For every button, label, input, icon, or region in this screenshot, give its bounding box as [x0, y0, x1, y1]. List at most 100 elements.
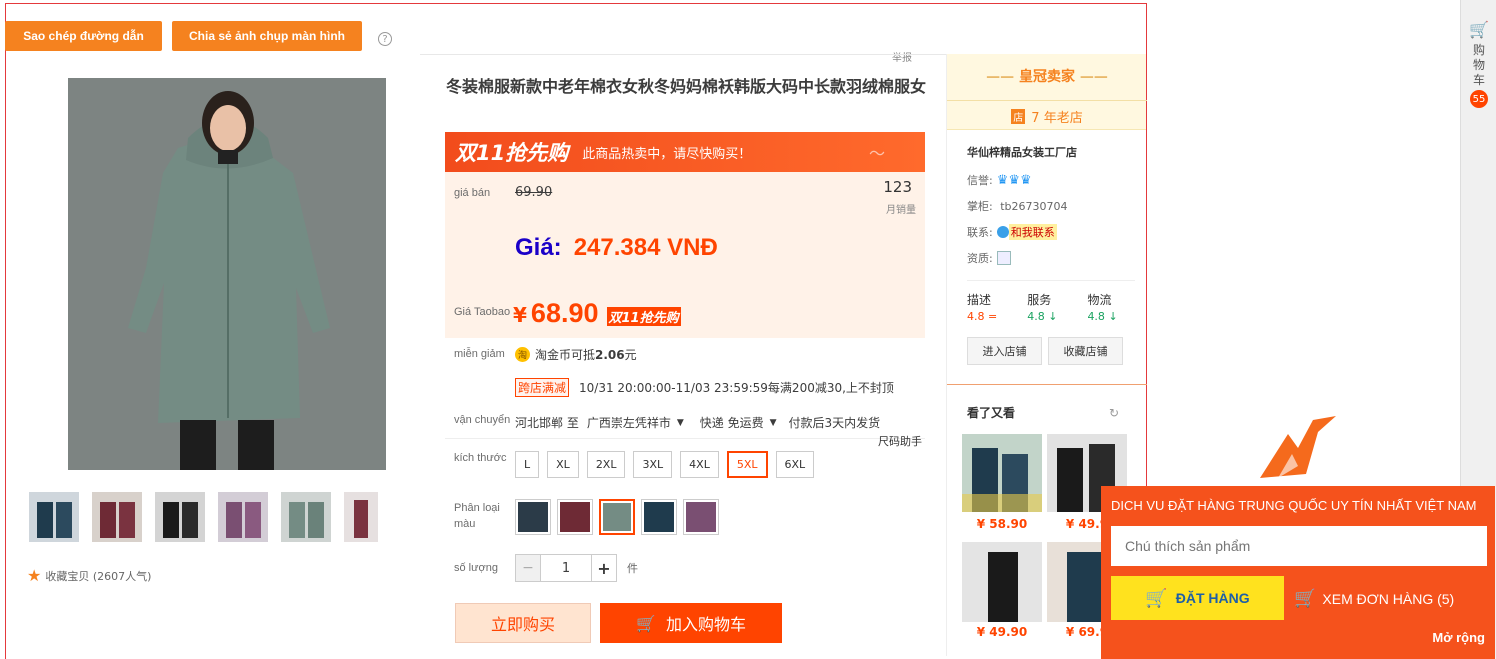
view-orders-link[interactable]: 🛒 XEM ĐƠN HÀNG (5) — [1294, 588, 1454, 609]
shop-credit-row: 信誉: ♛♛♛ — [967, 172, 1146, 188]
currency: ¥ — [513, 303, 527, 327]
color-label-line2: màu — [454, 518, 476, 530]
promo-logo: 双11抢先购 — [455, 141, 569, 165]
shop-years-icon: 店 — [1011, 109, 1026, 124]
share-screenshot-button[interactable]: Chia sẻ ảnh chụp màn hình — [172, 21, 362, 51]
recommend-image-3[interactable] — [962, 542, 1042, 622]
crown-title: —— 皇冠卖家 —— — [986, 69, 1108, 85]
shipping-label: vận chuyển — [454, 414, 511, 426]
divider — [967, 280, 1135, 281]
order-button[interactable]: 🛒 ĐẶT HÀNG — [1111, 576, 1284, 620]
vnd-label: Giá: — [515, 234, 562, 261]
recommend-price-3: ¥ 49.90 — [976, 625, 1028, 639]
sales-count: 123 — [883, 178, 912, 196]
shop-info: 华仙梓精品女装工厂店 信誉: ♛♛♛ 掌柜: tb26730704 联系: 和我… — [947, 130, 1146, 365]
size-option[interactable]: 3XL — [633, 451, 673, 478]
original-price: 69.90 — [515, 185, 553, 200]
chevron-down-icon[interactable]: ▼ — [770, 418, 777, 428]
seller-label: 掌柜: — [967, 200, 993, 213]
cart-icon: 🛒 — [636, 613, 656, 633]
order-widget: DICH VU ĐẶT HÀNG TRUNG QUỐC UY TÍN NHẤT … — [1101, 486, 1495, 659]
recommend-image-1[interactable] — [962, 434, 1042, 512]
coin-row: 淘 淘金币可抵 2.06 元 — [515, 346, 637, 363]
price-label: giá bán — [454, 187, 491, 199]
thumbnail-4[interactable] — [218, 492, 268, 542]
color-option[interactable] — [557, 499, 593, 535]
buy-now-button[interactable]: 立即购买 — [455, 603, 591, 643]
rating-description: 描述 4.8 = — [967, 293, 998, 323]
cross-shop-badge: 跨店满减 — [515, 378, 570, 397]
product-note-input[interactable] — [1111, 526, 1487, 566]
thumbnail-2[interactable] — [92, 492, 142, 542]
rating-logistics: 物流 4.8 ↓ — [1087, 293, 1118, 323]
size-option-selected[interactable]: 5XL — [726, 451, 768, 478]
shop-years: 店 7 年老店 — [947, 100, 1147, 126]
feather-icon: 〜 — [868, 144, 885, 163]
color-option-selected[interactable] — [599, 499, 635, 535]
shipping-time: 付款后3天内发货 — [788, 416, 881, 430]
shipping-to[interactable]: 广西崇左凭祥市 — [587, 414, 671, 431]
refresh-icon[interactable]: ↻ — [1109, 406, 1119, 420]
contact-button[interactable]: 和我联系 — [1008, 224, 1057, 240]
thumbnail-1[interactable] — [29, 492, 79, 542]
size-option[interactable]: 2XL — [586, 451, 626, 478]
size-option[interactable]: 4XL — [680, 451, 719, 478]
coin-unit: 元 — [624, 348, 637, 362]
size-options: L XL 2XL 3XL 4XL 5XL 6XL — [515, 451, 822, 478]
thumbnail-3[interactable] — [155, 492, 205, 542]
chevron-down-icon[interactable]: ▼ — [677, 418, 684, 428]
credit-label: 信誉: — [967, 174, 993, 187]
color-label-line1: Phân loại — [454, 502, 500, 514]
cart-count-badge: 55 — [1470, 90, 1488, 108]
color-options — [515, 499, 725, 535]
cart-icon: 🛒 — [1294, 588, 1317, 608]
size-label: kích thước — [454, 452, 507, 464]
shipping-method[interactable]: 快递 免运费 — [700, 414, 764, 431]
thumbnail-6[interactable] — [344, 492, 378, 542]
divider — [420, 54, 946, 55]
favorite-item[interactable]: ★ 收藏宝贝 (2607人气) — [27, 566, 151, 585]
taobao-badge: 双11抢先购 — [606, 307, 681, 326]
size-option[interactable]: L — [515, 451, 540, 478]
discount-label: miễn giảm — [454, 348, 505, 360]
size-helper-link[interactable]: 尺码助手 — [878, 433, 922, 449]
color-option[interactable] — [683, 499, 719, 535]
taobao-price: 68.90 — [530, 298, 599, 328]
add-to-cart-label: 加入购物车 — [665, 615, 746, 634]
sidebar-cart[interactable]: 🛒 购物车 55 — [1461, 20, 1496, 108]
qty-plus-button[interactable]: + — [591, 554, 617, 582]
cross-shop-text: 10/31 20:00:00-11/03 23:59:59每满200减30,上不… — [579, 381, 894, 395]
color-option[interactable] — [515, 499, 551, 535]
recommend-price-1: ¥ 58.90 — [976, 517, 1028, 531]
shop-buttons: 进入店铺 收藏店铺 — [967, 337, 1146, 365]
shop-years-label: 7 年老店 — [1031, 111, 1083, 126]
help-icon[interactable]: ? — [378, 32, 392, 46]
qty-input[interactable]: 1 — [541, 554, 591, 582]
chat-icon — [996, 226, 1009, 238]
copy-link-button[interactable]: Sao chép đường dẫn — [5, 21, 162, 51]
favorite-shop-button[interactable]: 收藏店铺 — [1048, 337, 1123, 365]
coin-icon: 淘 — [515, 347, 530, 362]
shop-seller-row: 掌柜: tb26730704 — [967, 198, 1146, 214]
expand-link[interactable]: Mở rộng — [1432, 630, 1485, 645]
shop-name[interactable]: 华仙梓精品女装工厂店 — [967, 144, 1146, 160]
qty-minus-button[interactable]: − — [515, 554, 541, 582]
seller-value[interactable]: tb26730704 — [1000, 200, 1067, 213]
service-logo — [1258, 414, 1338, 480]
id-card-icon — [996, 251, 1011, 265]
crown-seller-box: —— 皇冠卖家 —— 店 7 年老店 — [947, 54, 1147, 130]
thumbnail-5[interactable] — [281, 492, 331, 542]
shipping-row: 河北邯郸 至 广西崇左凭祥市 ▼ 快递 免运费 ▼ 付款后3天内发货 — [515, 414, 880, 431]
main-product-image[interactable] — [68, 78, 386, 470]
vnd-price-row: Giá: 247.384 VNĐ — [515, 234, 718, 262]
report-link[interactable]: 举报 — [892, 49, 912, 64]
enter-shop-button[interactable]: 进入店铺 — [967, 337, 1042, 365]
add-to-cart-button[interactable]: 🛒 加入购物车 — [600, 603, 782, 643]
size-option[interactable]: 6XL — [775, 451, 815, 478]
qty-unit: 件 — [627, 562, 638, 575]
view-orders-label: XEM ĐƠN HÀNG (5) — [1322, 590, 1455, 607]
color-option[interactable] — [641, 499, 677, 535]
size-option[interactable]: XL — [547, 451, 579, 478]
qty-label: số lượng — [454, 562, 498, 574]
cart-icon: 🛒 — [1469, 20, 1489, 39]
